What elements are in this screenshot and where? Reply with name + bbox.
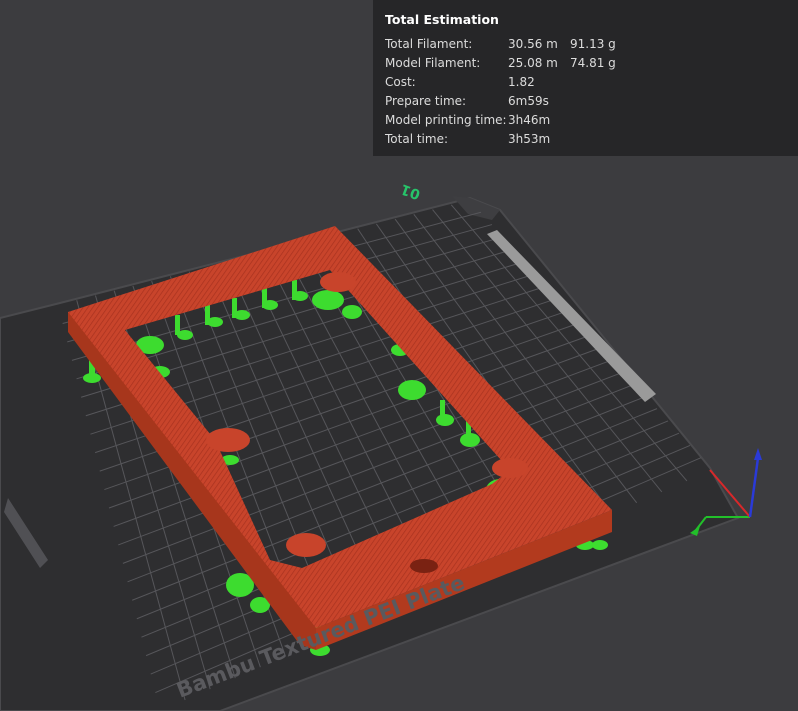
estimation-title: Total Estimation xyxy=(385,12,499,27)
estimation-row-model-printing-time: Model printing time: 3h46m xyxy=(385,111,786,130)
plate-number: 01 xyxy=(399,180,423,202)
estimation-row-model-filament: Model Filament: 25.08 m 74.81 g xyxy=(385,54,786,73)
estimation-extra xyxy=(570,73,650,92)
estimation-value: 30.56 m xyxy=(508,37,558,51)
estimation-value: 1.82 xyxy=(508,75,535,89)
estimation-row-total-filament: Total Filament: 30.56 m 91.13 g xyxy=(385,35,786,54)
estimation-row-total-time: Total time: 3h53m xyxy=(385,130,786,149)
estimation-row-prepare-time: Prepare time: 6m59s xyxy=(385,92,786,111)
estimation-extra xyxy=(570,111,650,130)
estimation-extra xyxy=(570,130,650,149)
estimation-value: 3h46m xyxy=(508,113,551,127)
estimation-label: Prepare time: xyxy=(385,94,467,108)
estimation-label: Total time: xyxy=(385,132,448,146)
estimation-row-cost: Cost: 1.82 xyxy=(385,73,786,92)
estimation-label: Model Filament: xyxy=(385,56,481,70)
estimation-label: Total Filament: xyxy=(385,37,473,51)
estimation-extra xyxy=(570,92,650,111)
estimation-label: Cost: xyxy=(385,75,416,89)
total-estimation-panel: Total Estimation Total Filament: 30.56 m… xyxy=(373,0,798,156)
estimation-label: Model printing time: xyxy=(385,113,507,127)
estimation-value: 3h53m xyxy=(508,132,551,146)
3d-viewport[interactable]: 01 Bambu Textured PEI Plate Total Estima… xyxy=(0,0,798,711)
estimation-value: 25.08 m xyxy=(508,56,558,70)
estimation-extra: 74.81 g xyxy=(570,56,616,70)
estimation-extra: 91.13 g xyxy=(570,37,616,51)
estimation-value: 6m59s xyxy=(508,94,549,108)
